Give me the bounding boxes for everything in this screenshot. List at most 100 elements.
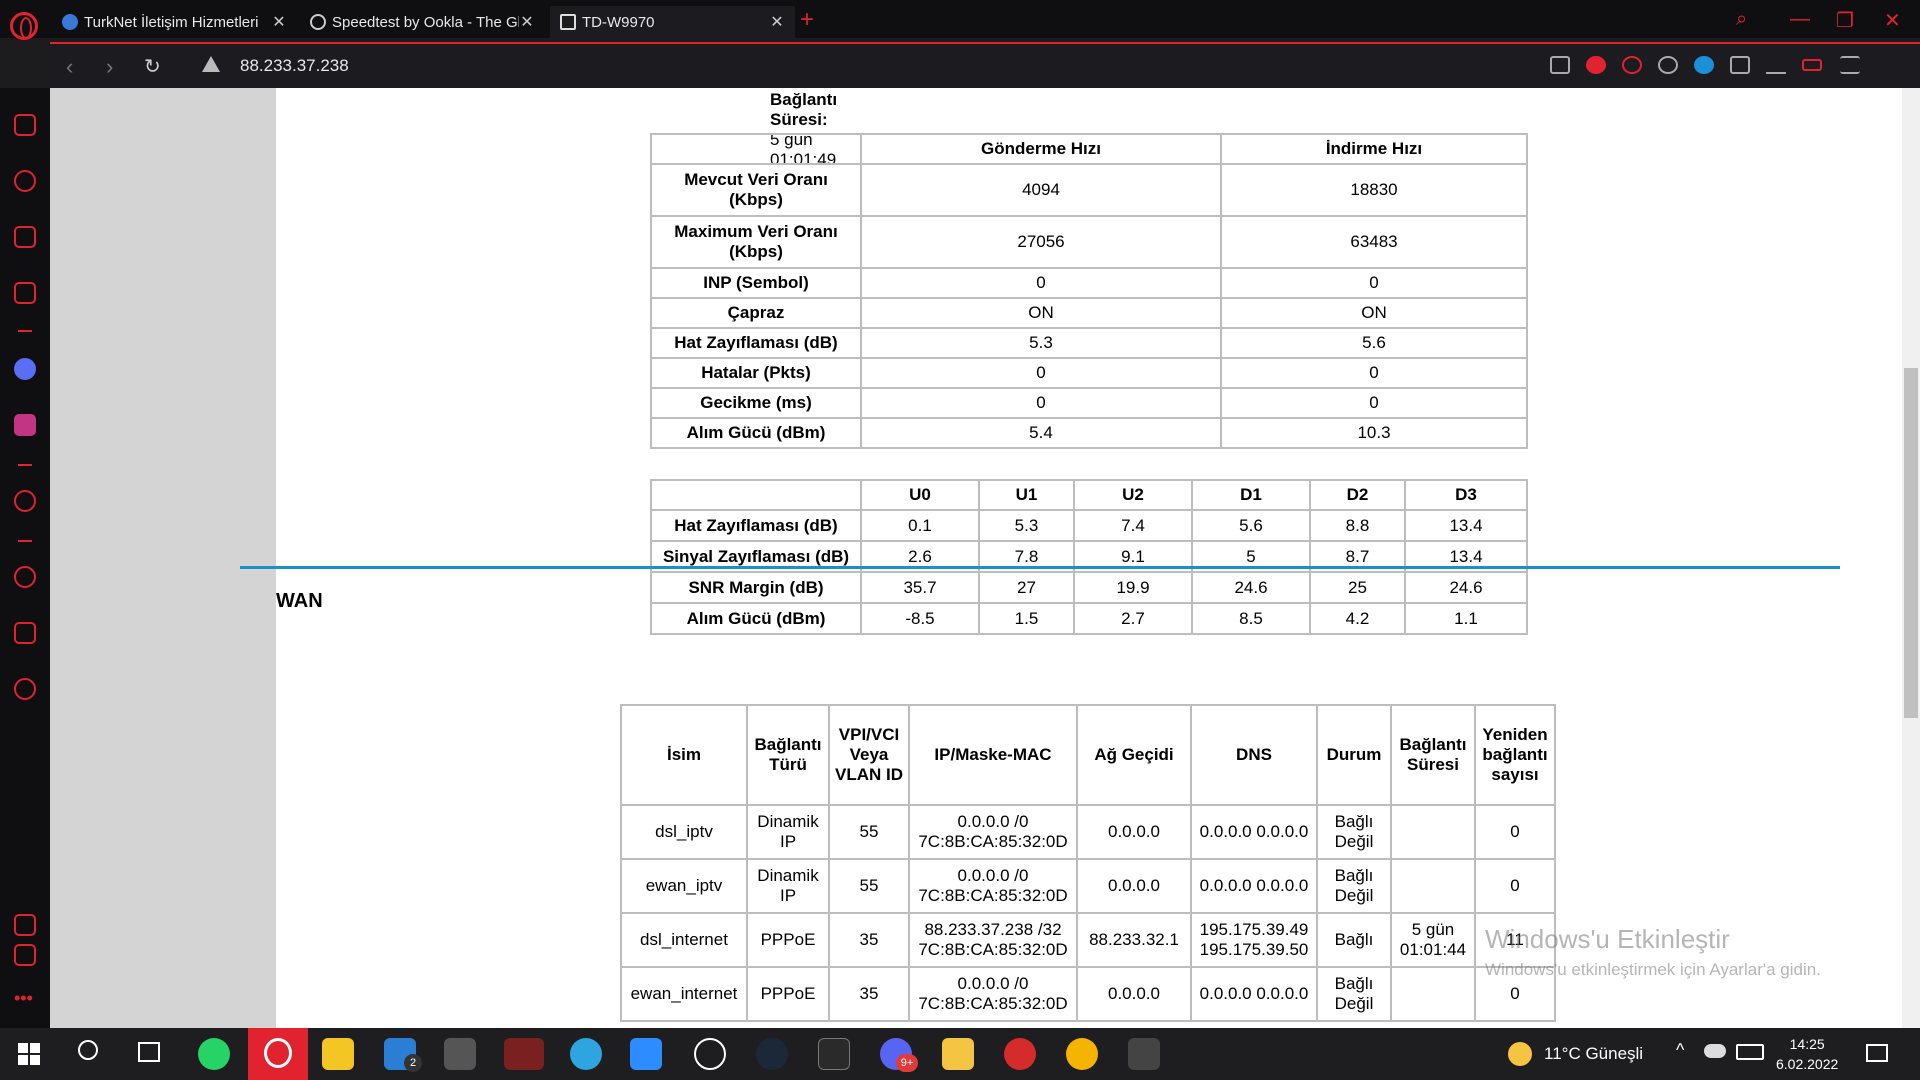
back-icon[interactable]: ‹ [66, 54, 73, 80]
table-row: ewan_internet PPPoE 35 0.0.0.0 /0 7C:8B:C… [620, 966, 1556, 1022]
table-header: D3 [1404, 479, 1528, 511]
speedtest-icon[interactable] [694, 1038, 726, 1070]
epic-games-icon[interactable] [818, 1038, 850, 1070]
easy-setup-icon[interactable] [1840, 56, 1860, 74]
opera-gx-icon [264, 1038, 292, 1068]
close-icon[interactable]: ✕ [271, 12, 287, 32]
wan-table: İsim Bağlantı Türü VPI/VCI Veya VLAN ID … [620, 704, 1556, 1022]
truck-game-icon[interactable] [444, 1038, 476, 1070]
wan-uptime [1390, 858, 1476, 914]
vpn-icon[interactable] [1586, 56, 1606, 74]
minimize-icon[interactable]: — [1790, 8, 1810, 31]
game-app-icon[interactable] [1004, 1038, 1036, 1070]
tab-td-w9970[interactable]: TD-W9970 ✕ [550, 6, 795, 38]
upload-value: 27056 [860, 215, 1222, 269]
scrollbar[interactable] [1902, 88, 1920, 1028]
close-icon[interactable]: ✕ [519, 12, 535, 32]
reload-icon[interactable]: ↻ [144, 54, 161, 79]
twitch-icon[interactable] [14, 282, 36, 304]
cube-icon[interactable] [1730, 56, 1750, 74]
ram-limiter-icon[interactable] [14, 914, 36, 936]
flow-icon[interactable] [1622, 56, 1642, 74]
extension-icon[interactable] [1694, 56, 1714, 74]
weather-app-icon[interactable] [1066, 1038, 1098, 1070]
speed-dial-icon[interactable] [14, 170, 36, 192]
weather-text[interactable]: 11°C Güneşli [1544, 1044, 1643, 1064]
whatsapp-icon[interactable] [198, 1038, 230, 1070]
windows-start-icon[interactable] [18, 1043, 40, 1065]
download-value: 18830 [1220, 163, 1528, 217]
table-header: İsim [620, 704, 748, 806]
opera-menu-icon[interactable] [10, 12, 38, 40]
table-row: Alım Gücü (dBm) 5.4 10.3 [650, 417, 1528, 449]
battery-icon[interactable] [1802, 59, 1822, 71]
steam-icon[interactable] [756, 1038, 788, 1070]
messenger-icon[interactable] [14, 358, 36, 380]
close-window-icon[interactable]: ✕ [1884, 8, 1901, 33]
tray-chevron-icon[interactable]: ^ [1676, 1040, 1684, 1061]
snipping-tool-icon[interactable] [1128, 1038, 1160, 1070]
wan-gateway: 0.0.0.0 [1076, 804, 1192, 860]
table-header [650, 133, 862, 165]
onedrive-icon[interactable] [1704, 1044, 1726, 1058]
history-icon[interactable] [14, 566, 36, 588]
restore-icon[interactable]: ❐ [1836, 8, 1854, 33]
wan-mac: 7C:8B:CA:85:32:0D [918, 940, 1068, 959]
task-view-icon[interactable] [138, 1042, 160, 1062]
shopping-icon[interactable] [14, 226, 36, 248]
tab-turknet[interactable]: TurkNet İletişim Hizmetleri ✕ [52, 6, 297, 38]
heart-icon[interactable] [1658, 56, 1678, 74]
snapshot-icon[interactable] [1550, 56, 1570, 74]
extensions-icon[interactable] [14, 622, 36, 644]
opera-taskbar-active[interactable] [248, 1028, 308, 1080]
gx-control-icon[interactable] [14, 114, 36, 136]
more-icon[interactable]: ••• [14, 988, 33, 1009]
wan-ip-mac: 0.0.0.0 /0 7C:8B:CA:85:32:0D [908, 804, 1078, 860]
download-icon[interactable] [1766, 56, 1786, 74]
warning-icon[interactable] [202, 56, 220, 72]
tab-speedtest[interactable]: Speedtest by Ookla - The Gl ✕ [300, 6, 545, 38]
close-icon[interactable]: ✕ [769, 12, 785, 32]
new-tab-icon[interactable]: + [800, 6, 814, 34]
table-header: Yeniden bağlantı sayısı [1474, 704, 1556, 806]
settings-icon[interactable] [14, 678, 36, 700]
row-label: Alım Gücü (dBm) [650, 417, 862, 449]
discord-icon[interactable]: 9+ [880, 1038, 918, 1072]
url-field[interactable]: 88.233.37.238 [240, 56, 349, 76]
mail-icon[interactable]: 2 [384, 1038, 422, 1072]
address-bar: ‹ › ↻ 88.233.37.238 [50, 42, 1920, 88]
wan-dns: 0.0.0.0 0.0.0.0 [1190, 858, 1318, 914]
telegram-icon[interactable] [570, 1038, 602, 1070]
wan-status: Bağlı [1316, 912, 1392, 968]
cell: 35.7 [860, 571, 980, 604]
table-header: Ağ Geçidi [1076, 704, 1192, 806]
wan-name: ewan_internet [620, 966, 748, 1022]
clock[interactable]: 14:25 6.02.2022 [1776, 1034, 1838, 1074]
search-icon[interactable] [78, 1040, 98, 1060]
wan-reconnects: 0 [1474, 858, 1556, 914]
cell: 0.1 [860, 509, 980, 542]
keyboard-icon[interactable] [1736, 1044, 1764, 1060]
wan-name: ewan_iptv [620, 858, 748, 914]
scroll-thumb[interactable] [1904, 368, 1918, 718]
cpu-limiter-icon[interactable] [14, 944, 36, 966]
search-tabs-icon[interactable]: ⌕ [1736, 8, 1747, 31]
weather-sun-icon[interactable] [1508, 1042, 1532, 1066]
download-value: 0 [1220, 357, 1528, 389]
zoom-icon[interactable] [630, 1038, 662, 1070]
forward-icon[interactable]: › [106, 54, 113, 80]
table-row: Mevcut Veri Oranı (Kbps) 4094 18830 [650, 163, 1528, 217]
wan-gateway: 0.0.0.0 [1076, 858, 1192, 914]
file-explorer-icon[interactable] [942, 1038, 974, 1070]
taskbar: 2 9+ 11°C Güneşli ^ 14:25 6.02.2022 [0, 1028, 1920, 1080]
activation-watermark-text: Windows'u etkinleştirmek için Ayarlar'a … [1485, 960, 1821, 979]
wan-status: Bağlı Değil [1316, 966, 1392, 1022]
table-header: Bağlantı Türü [746, 704, 830, 806]
instagram-icon[interactable] [14, 414, 36, 436]
wan-ip: 0.0.0.0 /0 [957, 866, 1029, 885]
player-icon[interactable] [14, 490, 36, 512]
microsoft-store-icon[interactable] [322, 1038, 354, 1070]
game-launcher-icon[interactable] [504, 1038, 544, 1070]
notifications-icon[interactable] [1866, 1044, 1888, 1062]
download-value: 63483 [1220, 215, 1528, 269]
